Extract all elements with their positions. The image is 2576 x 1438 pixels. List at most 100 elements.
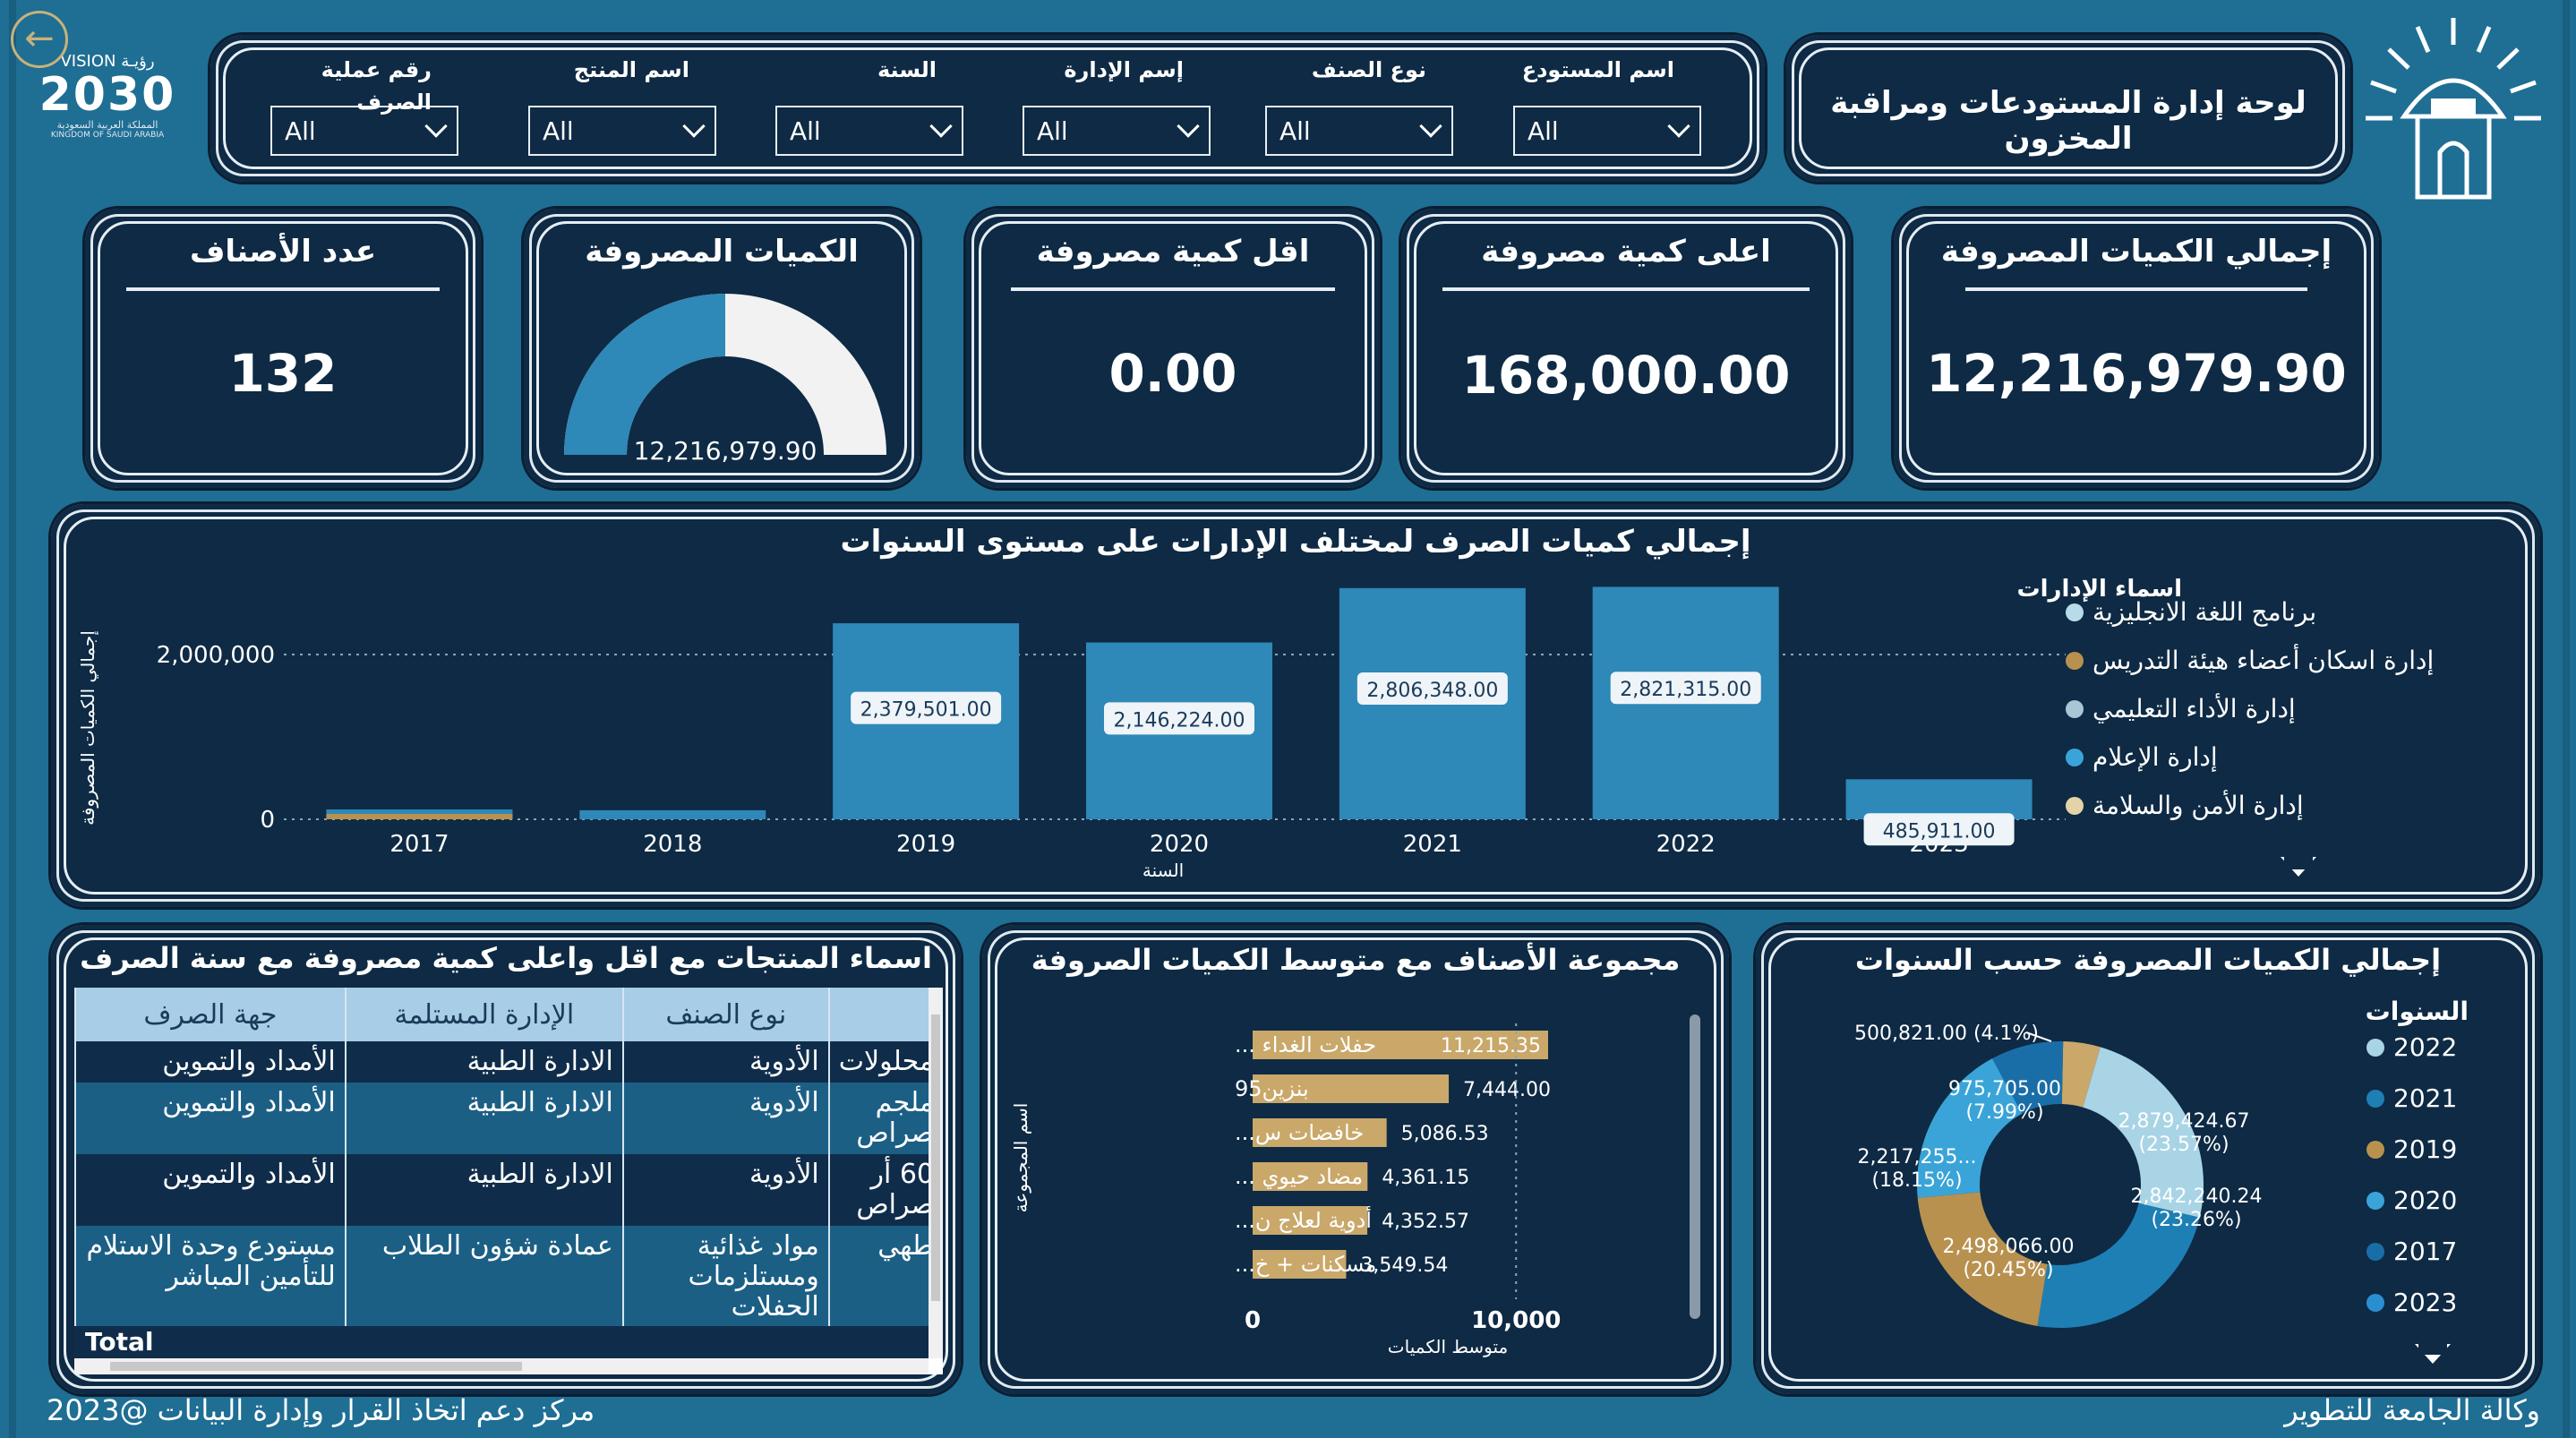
slicer-operation-number-value: All [285,116,316,146]
chevron-down-icon [424,115,448,138]
table-hscroll-thumb[interactable] [110,1362,522,1371]
bar-legend-label: إدارة الإعلام [2092,742,2218,772]
donut-legend-item[interactable]: 2021 [2366,1083,2457,1113]
slicer-item-type-value: All [1279,116,1311,146]
avg-category-label: أدوية لعلاج ن... [1235,1206,1372,1233]
donut-legend-title: السنوات [2365,997,2469,1026]
legend-dot-icon [2066,603,2084,621]
table-cell: الادارة الطبية [344,1083,623,1154]
slicer-warehouse-dropdown[interactable]: All [1513,106,1701,156]
donut-data-pct: (7.99%) [1965,1101,2043,1124]
avg-category-label: مضاد حيوي ... [1235,1164,1363,1189]
slicer-warehouse-label: اسم المستودع [1521,57,1674,82]
slicer-product: اسم المنتج All [528,54,716,156]
bar-legend-label: إدارة الأمن والسلامة [2092,791,2304,820]
back-arrow-icon[interactable]: ← [11,11,68,68]
table-row[interactable]: 60 أر صراص الأدوية الادارة الطبية الأمدا… [74,1154,943,1226]
bar-legend-item[interactable]: إدارة الأمن والسلامة [2066,791,2531,820]
table-row[interactable]: طهي مواد غذائية ومستلزمات الحفلات عمادة … [74,1226,943,1328]
bar-legend-item[interactable]: برنامج اللغة الانجليزية [2066,597,2531,627]
gauge-fill [564,294,725,455]
legend-dot-icon [2366,1038,2384,1057]
table-cell: الأمداد والتموين [74,1154,346,1226]
kpi-min-card: اقل كمية مصروفة 0.00 [963,206,1382,491]
donut-legend-scroll-inner [2418,1344,2447,1355]
donut-data-pct: (18.15%) [1871,1169,1962,1192]
table-vertical-scrollbar[interactable] [929,988,943,1358]
avg-category-label: مسكنات + خ... [1235,1252,1376,1277]
table-cell: محلولات [827,1041,943,1083]
legend-dot-icon [2366,1089,2384,1108]
donut-legend-item[interactable]: 2023 [2366,1288,2457,1317]
kpi-total-card: إجمالي الكميات المصروفة 12,216,979.90 [1891,206,2382,491]
slicer-department-dropdown[interactable]: All [1023,106,1211,156]
table-cell: الأدوية [621,1041,829,1083]
slicer-year-dropdown[interactable]: All [775,106,963,156]
kpi-gauge-card: الكميات المصروفة 12,216,979.90 [521,206,922,491]
avg-data-label: 7,444.00 [1463,1079,1551,1101]
donut-legend-label: 2022 [2393,1032,2458,1062]
table-cell: الادارة الطبية [344,1154,623,1226]
table-cell: طهي [827,1226,943,1328]
avg-chart-scrollbar [1690,1014,1700,1319]
bar-chart-xlabel: السنة [1143,860,1184,881]
donut-legend-item[interactable]: 2017 [2366,1237,2457,1266]
bar-mark-segment [326,814,513,819]
footer-left: مركز دعم اتخاذ القرار وإدارة البيانات @2… [47,1393,595,1427]
table-header-product[interactable] [827,988,943,1041]
donut-data-label: 500,821.00 (4.1%) [1854,1023,2039,1045]
table-header-source[interactable]: جهة الصرف [74,988,346,1041]
bar-y-tick-label: 0 [260,807,275,834]
bar-data-label: 2,806,348.00 [1366,680,1498,702]
footer-right: وكالة الجامعة للتطوير [2284,1393,2540,1427]
avg-chart-xlabel: متوسط الكميات [1388,1336,1508,1357]
title-panel: لوحة إدارة المستودعات ومراقبة المخزون [1784,32,2353,184]
slicer-operation-number: رقم عملية الصرف All [270,54,458,156]
table-cell: الأمداد والتموين [74,1083,346,1154]
donut-legend-item[interactable]: 2022 [2366,1032,2457,1062]
table-cell: الأدوية [621,1154,829,1226]
slicer-year-value: All [790,116,821,146]
donut-legend-item[interactable]: 2019 [2366,1134,2457,1164]
bar-legend-item[interactable]: إدارة الإعلام [2066,742,2531,772]
legend-dot-icon [2366,1242,2384,1261]
bar-data-label: 2,379,501.00 [860,699,992,722]
kpi-max-divider [1442,287,1810,291]
donut-data-pct: (20.45%) [1963,1259,2053,1281]
donut-data-label: 2,498,066.00 [1943,1236,2075,1258]
donut-data-label: 2,217,255... [1858,1146,1977,1168]
bar-legend-item[interactable]: إدارة اسكان أعضاء هيئة التدريس [2066,646,2531,675]
slicer-department-label: إسم الإدارة [1064,57,1184,82]
table-cell: مستودع وحدة الاستلام للتأمين المباشر [74,1226,346,1328]
avg-x-tick-label: 0 [1245,1307,1261,1334]
table-row[interactable]: محلولات الأدوية الادارة الطبية الأمداد و… [74,1041,943,1083]
bar-x-tick-label: 2021 [1403,831,1462,858]
bar-data-label: 2,821,315.00 [1620,679,1751,701]
table-header-item-type[interactable]: نوع الصنف [621,988,829,1041]
table-header-department[interactable]: الإدارة المستلمة [344,988,623,1041]
kpi-min-value: 0.00 [1108,343,1237,404]
bar-y-tick-label: 2,000,000 [157,642,275,669]
table-row[interactable]: ملجم صراص الأدوية الادارة الطبية الأمداد… [74,1083,943,1154]
avg-category-label: بنزين95 [1235,1076,1309,1101]
avg-chart: اسم المجموعة متوسط الكميات حفلات الغداء … [1010,1014,1700,1357]
university-logo-icon [2355,9,2552,206]
table-horizontal-scrollbar[interactable] [74,1358,929,1374]
bar-x-tick-label: 2020 [1150,831,1209,858]
avg-data-label: 3,549.54 [1360,1254,1448,1277]
avg-chart-panel: مجموعة الأصناف مع متوسط الكميات الصروفة … [980,922,1732,1397]
donut-legend-label: 2017 [2393,1237,2458,1266]
bar-legend-item[interactable]: إدارة الأداء التعليمي [2066,694,2531,723]
avg-data-label: 4,352.57 [1382,1211,1469,1233]
donut-data-label: 2,842,240.24 [2131,1185,2263,1208]
slicer-product-dropdown[interactable]: All [528,106,716,156]
slicer-product-value: All [543,116,574,146]
slicer-item-type-dropdown[interactable]: All [1265,106,1453,156]
donut-legend-label: 2019 [2393,1134,2458,1164]
table-scroll-thumb[interactable] [931,1014,940,1301]
table-panel: اسماء المنتجات مع اقل واعلى كمية مصروفة … [48,922,963,1397]
slicer-item-type-label: نوع الصنف [1311,57,1426,82]
table-title: اسماء المنتجات مع اقل واعلى كمية مصروفة … [80,941,932,975]
donut-legend-item[interactable]: 2020 [2366,1185,2457,1215]
legend-dot-icon [2066,796,2084,815]
